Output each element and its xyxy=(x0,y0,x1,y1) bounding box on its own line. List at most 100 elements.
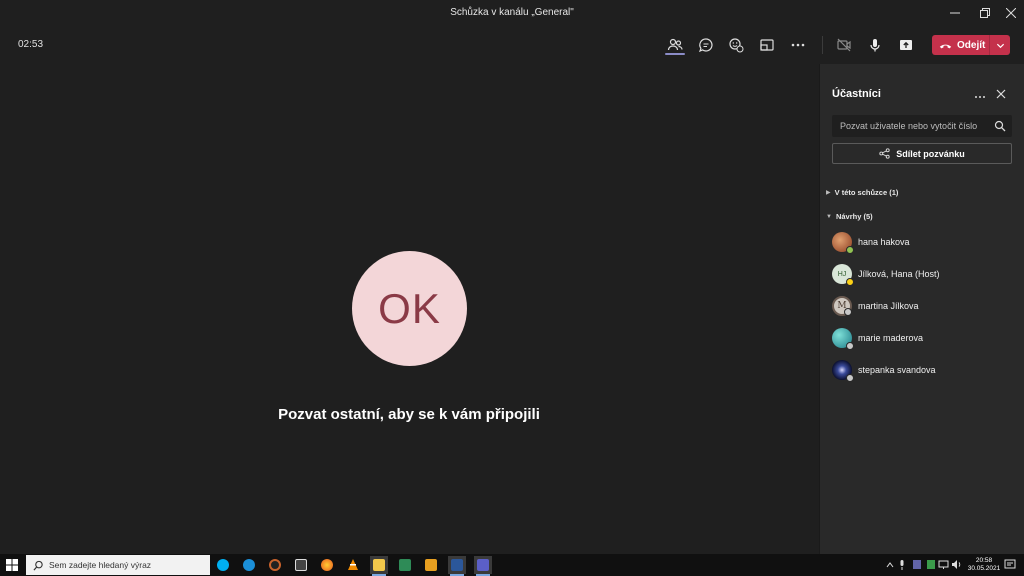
network-icon[interactable] xyxy=(938,559,949,570)
more-icon xyxy=(975,96,985,98)
participants-panel: Účastníci Sdílet pozvánku ▶ V této schůz… xyxy=(819,64,1024,554)
microphone-tray-icon[interactable] xyxy=(898,559,906,571)
taskbar-clock[interactable]: 20:58 30.05.2021 xyxy=(966,557,1002,573)
avatar-initials: HJ xyxy=(837,270,847,278)
taskbar-app-excel[interactable] xyxy=(396,556,414,574)
invite-search-box[interactable] xyxy=(832,115,1012,137)
notifications-icon[interactable] xyxy=(1004,559,1016,571)
play-icon xyxy=(425,559,437,571)
participant-name: martina Jílkova xyxy=(858,301,919,311)
chat-button[interactable] xyxy=(694,34,718,56)
clapperboard-icon xyxy=(295,559,307,571)
presence-offline-icon xyxy=(846,374,854,382)
participant-item[interactable]: stepanka svandova xyxy=(832,358,1012,382)
caret-down-icon: ▼ xyxy=(826,213,832,220)
skype-icon xyxy=(217,559,229,571)
close-icon xyxy=(996,89,1006,99)
microphone-button[interactable] xyxy=(863,34,887,56)
close-icon xyxy=(1006,8,1016,18)
clock-date: 30.05.2021 xyxy=(967,565,1001,572)
more-actions-button[interactable] xyxy=(786,34,810,56)
camera-toggle-button[interactable] xyxy=(832,34,856,56)
reactions-icon xyxy=(729,38,744,53)
taskbar-app-edge[interactable] xyxy=(240,556,258,574)
minimize-button[interactable] xyxy=(940,0,970,26)
panel-title: Účastníci xyxy=(832,88,881,100)
avatar-initials: OK xyxy=(378,284,441,332)
section-in-meeting-label: V této schůzce (1) xyxy=(834,188,899,197)
invite-prompt: Pozvat ostatní, aby se k vám připojili xyxy=(278,406,540,423)
mic-icon xyxy=(870,39,880,52)
security-tray-icon[interactable] xyxy=(926,559,936,570)
leave-options-button[interactable] xyxy=(990,35,1010,55)
section-in-meeting[interactable]: ▶ V této schůzce (1) xyxy=(826,188,898,197)
avatar xyxy=(832,360,854,382)
toolbar-divider xyxy=(822,36,823,54)
firefox-icon xyxy=(321,559,333,571)
reactions-button[interactable] xyxy=(724,34,748,56)
close-window-button[interactable] xyxy=(996,0,1024,26)
windows-start-icon[interactable] xyxy=(4,557,20,573)
taskbar-app-teams[interactable] xyxy=(474,556,492,576)
participant-name: Jílková, Hana (Host) xyxy=(858,269,940,279)
section-suggestions-label: Návrhy (5) xyxy=(835,212,873,221)
leave-main-button[interactable]: Odejít xyxy=(932,35,990,55)
participant-item[interactable]: marie maderova xyxy=(832,326,1012,350)
clock-time: 20:58 xyxy=(975,557,993,564)
presence-offline-icon xyxy=(846,342,854,350)
volume-icon[interactable] xyxy=(951,559,962,570)
invite-search-input[interactable] xyxy=(832,115,992,137)
search-icon[interactable] xyxy=(994,120,1006,132)
avatar: HJ xyxy=(832,264,854,286)
participant-item[interactable]: M martina Jílkova xyxy=(832,294,1012,318)
section-suggestions[interactable]: ▼ Návrhy (5) xyxy=(826,212,873,221)
participant-item[interactable]: HJ Jílková, Hana (Host) xyxy=(832,262,1012,286)
edge-icon xyxy=(243,559,255,571)
window-title: Schůzka v kanálu „General" xyxy=(450,7,574,18)
chevron-down-icon xyxy=(996,43,1004,48)
caret-right-icon: ▶ xyxy=(826,190,831,196)
presence-available-icon xyxy=(846,246,854,254)
taskbar-app-word[interactable] xyxy=(448,556,466,576)
vlc-icon xyxy=(348,559,358,570)
minimize-icon xyxy=(950,12,960,14)
share-icon xyxy=(879,148,890,159)
word-icon xyxy=(451,559,463,571)
taskbar-app-video-editor[interactable] xyxy=(292,556,310,574)
taskbar-app-skype[interactable] xyxy=(214,556,232,574)
share-screen-button[interactable] xyxy=(894,34,918,56)
participant-name: stepanka svandova xyxy=(858,365,936,375)
share-invite-button[interactable]: Sdílet pozvánku xyxy=(832,143,1012,164)
taskbar-app-firefox[interactable] xyxy=(318,556,336,574)
taskbar-app-vlc[interactable] xyxy=(344,556,362,574)
presence-offline-icon xyxy=(844,308,852,316)
active-tab-indicator xyxy=(665,53,685,55)
taskbar-app-explorer[interactable] xyxy=(370,556,388,576)
panel-more-button[interactable] xyxy=(974,88,986,102)
title-bar: Schůzka v kanálu „General" xyxy=(0,0,1024,26)
taskbar-app-media[interactable] xyxy=(266,556,284,574)
taskbar-search-placeholder: Sem zadejte hledaný výraz xyxy=(49,560,152,570)
share-screen-icon xyxy=(900,40,912,50)
more-icon xyxy=(791,43,805,47)
search-icon xyxy=(33,560,43,570)
leave-button[interactable]: Odejít xyxy=(932,35,1010,55)
windows-taskbar: Sem zadejte hledaný výraz 20:58 30.05.20… xyxy=(0,554,1024,576)
presence-away-icon xyxy=(846,278,854,286)
rooms-icon xyxy=(760,39,774,51)
teams-icon xyxy=(477,559,489,571)
rooms-button[interactable] xyxy=(755,34,779,56)
self-avatar: OK xyxy=(352,251,467,366)
taskbar-search[interactable]: Sem zadejte hledaný výraz xyxy=(26,555,210,575)
participant-name: marie maderova xyxy=(858,333,924,343)
participant-item[interactable]: hana hakova xyxy=(832,230,1012,254)
app-tray-icon[interactable] xyxy=(912,559,922,570)
camera-off-icon xyxy=(837,38,851,52)
share-invite-label: Sdílet pozvánku xyxy=(896,148,965,159)
panel-close-button[interactable] xyxy=(994,87,1008,101)
taskbar-app-player[interactable] xyxy=(422,556,440,574)
chevron-up-icon[interactable] xyxy=(886,561,894,569)
chat-icon xyxy=(698,38,713,53)
avatar xyxy=(832,328,854,350)
people-icon xyxy=(667,38,683,51)
